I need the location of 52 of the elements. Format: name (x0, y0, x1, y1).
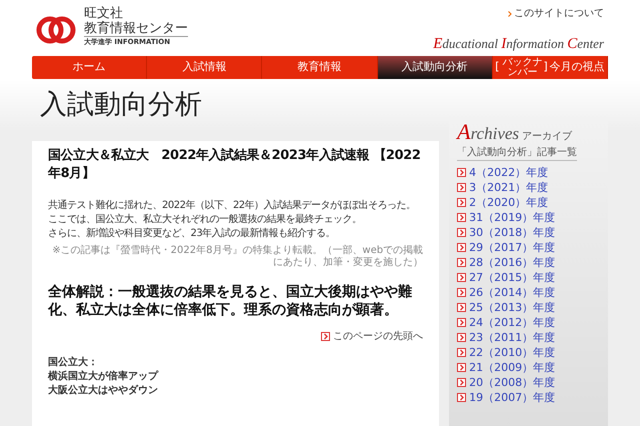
archive-link[interactable]: 23（2011）年度 (457, 330, 600, 344)
chevron-right-icon (457, 168, 466, 176)
archive-link[interactable]: 4（2022）年度 (457, 164, 600, 180)
archive-link[interactable]: 28（2016）年度 (457, 254, 600, 270)
chevron-right-icon (457, 318, 466, 326)
chevron-right-icon (457, 288, 466, 296)
archive-link[interactable]: 26（2014）年度 (457, 284, 600, 300)
chevron-right-icon (457, 362, 466, 372)
summary-text: 国公立大： (48, 356, 99, 370)
chevron-right-icon (457, 242, 466, 252)
chevron-right-icon (457, 302, 466, 312)
about-link[interactable]: このサイトについて (508, 6, 604, 21)
archive-link[interactable]: 21（2009）年度 (457, 360, 600, 374)
section-title: 全体解説：一般選抜の結果を見ると、国立大後期はやや難化、私立大は全体に倍率低下。理系の資格志向が顕著。 (48, 283, 413, 319)
chevron-right-icon (457, 198, 466, 206)
chevron-right-icon (457, 272, 466, 282)
nav-tab[interactable]: 入試動向分析 (378, 56, 493, 79)
page-top-link[interactable]: このページの先頭へ (321, 329, 424, 344)
archive-link[interactable]: 29（2017）年度 (457, 240, 600, 254)
logo-title: 旺文社 (84, 6, 124, 21)
chevron-right-icon (457, 332, 466, 342)
intro-text: ここでは、国公立大、私立大それぞれの一般選抜の結果を最終チェック。 (48, 213, 362, 227)
chevron-right-icon (457, 348, 466, 356)
chevron-right-icon (457, 392, 466, 402)
source-note: ※この記事は『螢雪時代・2022年8月号』の特集より転載。（一部、webでの掲載にあたり、加筆・変更を施した） (51, 245, 424, 269)
archive-link[interactable]: 20（2008）年度 (457, 374, 600, 390)
archive-link[interactable]: 31（2019）年度 (457, 210, 600, 224)
summary-text: 横浜国立大が倍率アップ (48, 370, 160, 384)
intro-text: 共通テスト難化に揺れた、2022年（以下、22年）入試結果データがほぼ出そろった。 (48, 199, 417, 213)
archive-link[interactable]: 30（2018）年度 (457, 224, 600, 240)
archives-title: Archives アーカイブ (457, 121, 574, 146)
archive-link[interactable]: 19（2007）年度 (457, 390, 600, 404)
chevron-right-icon (457, 228, 466, 236)
article-title: 国公立大＆私立大 2022年入試結果＆2023年入試速報 【2022年8月】 (48, 147, 422, 183)
archive-link[interactable]: 3（2021）年度 (457, 180, 600, 194)
archive-link[interactable]: 22（2010）年度 (457, 344, 600, 360)
chevron-right-icon (457, 182, 466, 192)
archive-link[interactable]: 24（2012）年度 (457, 314, 600, 330)
chevron-right-icon (321, 332, 330, 341)
chevron-right-icon (457, 212, 466, 222)
summary-text: 大阪公立大はややダウン (48, 384, 159, 398)
tagline: Educational Information Center (433, 35, 604, 54)
archive-link[interactable]: 27（2015）年度 (457, 270, 600, 284)
intro-text: さらに、新増設や科目変更など、23年入試の最新情報も紹介する。 (48, 227, 336, 241)
archives-subtitle: 「入試動向分析」記事一覧 (457, 146, 578, 160)
page-title: 入試動向分析 (40, 88, 203, 122)
chevron-right-icon (457, 378, 466, 386)
logo-subtitle: 教育情報センター (84, 21, 188, 37)
archive-link[interactable]: 2（2020）年度 (457, 194, 600, 210)
chevron-right-icon (457, 258, 466, 266)
chevron-right-icon (508, 10, 512, 16)
archive-link[interactable]: 25（2013）年度 (457, 300, 600, 314)
